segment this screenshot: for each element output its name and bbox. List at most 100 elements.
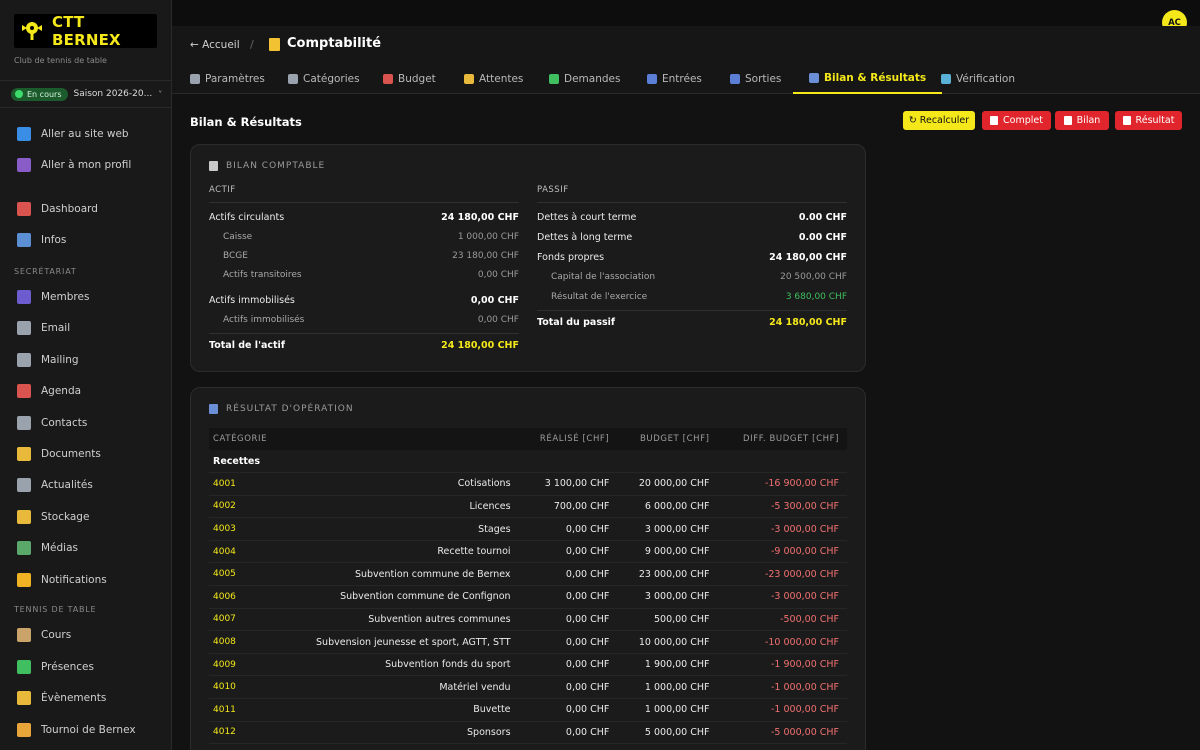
bell-icon bbox=[17, 572, 31, 587]
sidebar-item-membres[interactable]: Membres bbox=[17, 287, 89, 307]
bilan-row: Résultat de l'exercice 3 680,00 CHF bbox=[537, 292, 847, 302]
passif-column: PASSIF Dettes à court terme 0.00 CHF Dette… bbox=[537, 185, 847, 328]
export-resultat-button[interactable]: Résultat bbox=[1115, 111, 1182, 130]
table-row[interactable]: 4011 Buvette 0,00 CHF 1 000,00 CHF -1 000,00… bbox=[209, 698, 847, 722]
tab-attentes[interactable]: Attentes bbox=[464, 64, 523, 94]
table-row[interactable]: 4008 Subvension jeunesse et sport, AGTT, … bbox=[209, 630, 847, 654]
row-code: 4005 bbox=[209, 562, 276, 587]
row-realise: 700,00 CHF bbox=[518, 495, 618, 519]
tab-cat-gories[interactable]: Catégories bbox=[288, 64, 360, 94]
sidebar-item-m-dias[interactable]: Médias bbox=[17, 538, 78, 558]
resultat-table-body: Recettes 4001 Cotisations 3 100,00 CHF 20 0… bbox=[209, 450, 847, 745]
table-row[interactable]: 4003 Stages 0,00 CHF 3 000,00 CHF -3 000,00 … bbox=[209, 517, 847, 541]
email-icon bbox=[17, 321, 31, 336]
pdf-icon bbox=[1122, 116, 1131, 125]
sidebar-item-documents[interactable]: Documents bbox=[17, 444, 101, 464]
sidebar-item-label: Dashboard bbox=[41, 203, 98, 215]
tab-budget[interactable]: Budget bbox=[383, 64, 436, 94]
sidebar-item-notifications[interactable]: Notifications bbox=[17, 570, 107, 590]
table-row[interactable]: 4007 Subvention autres communes 0,00 CHF 50… bbox=[209, 608, 847, 632]
bilan-row-label: Actifs circulants bbox=[209, 212, 285, 223]
season-label: Saison 2026-20... bbox=[73, 89, 153, 99]
tab-v-rification[interactable]: Vérification bbox=[941, 64, 1015, 94]
bilan-total-row: Total de l'actif 24 180,00 CHF bbox=[209, 340, 519, 351]
table-row[interactable]: 4010 Matériel vendu 0,00 CHF 1 000,00 CHF -1… bbox=[209, 675, 847, 700]
sidebar-item-dashboard[interactable]: Dashboard bbox=[17, 199, 98, 219]
table-row[interactable]: 4009 Subvention fonds du sport 0,00 CHF 1 9… bbox=[209, 653, 847, 677]
back-to-home-link[interactable]: ← Accueil bbox=[190, 39, 240, 51]
table-row[interactable]: 4012 Sponsors 0,00 CHF 5 000,00 CHF -5 000,0… bbox=[209, 721, 847, 745]
bilan-divider bbox=[209, 333, 519, 334]
bilan-row-value: 24 180,00 CHF bbox=[769, 252, 847, 263]
sidebar-item-actualit-s[interactable]: Actualités bbox=[17, 475, 93, 495]
season-selector[interactable]: En cours Saison 2026-20... ˅ bbox=[0, 80, 171, 108]
table-row[interactable]: 4006 Subvention commune de Confignon 0,00 … bbox=[209, 585, 847, 609]
group-label: Recettes bbox=[209, 450, 847, 474]
table-row[interactable]: 4001 Cotisations 3 100,00 CHF 20 000,00 CHF… bbox=[209, 472, 847, 496]
bilan-total-value: 24 180,00 CHF bbox=[441, 340, 519, 351]
dashboard-icon bbox=[17, 202, 31, 216]
col-header-diff[interactable]: DIFF. BUDGET [CHF] bbox=[717, 428, 847, 450]
sidebar-item-aller-mon-profil[interactable]: Aller à mon profil bbox=[17, 155, 131, 175]
sidebar-item-aller-au-site-web[interactable]: Aller au site web bbox=[17, 124, 129, 144]
col-header-realise[interactable]: RÉALISÉ [CHF] bbox=[518, 428, 618, 450]
row-code: 4011 bbox=[209, 698, 276, 722]
sidebar-item-pr-sences[interactable]: Présences bbox=[17, 657, 94, 677]
bilan-row-label: Fonds propres bbox=[537, 252, 605, 263]
export-bilan-label: Bilan bbox=[1076, 115, 1101, 126]
page-title: Comptabilité bbox=[287, 36, 382, 51]
sidebar-item-contacts[interactable]: Contacts bbox=[17, 413, 87, 433]
sidebar-item-tournoi-de-bernex[interactable]: Tournoi de Bernex bbox=[17, 720, 136, 740]
sidebar-item-mailing[interactable]: Mailing bbox=[17, 350, 79, 370]
sidebar-item-cours[interactable]: Cours bbox=[17, 625, 71, 645]
table-row[interactable]: 4005 Subvention commune de Bernex 0,00 CHF… bbox=[209, 562, 847, 587]
tab-param-tres[interactable]: Paramètres bbox=[190, 64, 265, 94]
tab-sorties[interactable]: Sorties bbox=[730, 64, 781, 94]
bilan-row-value: 24 180,00 CHF bbox=[441, 212, 519, 223]
tab-demandes[interactable]: Demandes bbox=[549, 64, 620, 94]
actif-column: ACTIF Actifs circulants 24 180,00 CHF Cais… bbox=[209, 185, 519, 351]
table-row[interactable]: 4002 Licences 700,00 CHF 6 000,00 CHF -5 300… bbox=[209, 495, 847, 519]
tab-label: Sorties bbox=[745, 73, 782, 85]
sidebar-item-label: Présences bbox=[41, 660, 94, 673]
bilan-row-label: Résultat de l'exercice bbox=[551, 292, 648, 302]
sidebar-item-agenda[interactable]: Agenda bbox=[17, 381, 81, 401]
col-header-categorie[interactable]: CATÉGORIE bbox=[209, 428, 276, 450]
tab-bilan-r-sultats[interactable]: Bilan & Résultats bbox=[793, 64, 943, 94]
table-row[interactable]: 4004 Recette tournoi 0,00 CHF 9 000,00 CHF -… bbox=[209, 540, 847, 564]
brand-logo[interactable]: CTT BERNEX bbox=[14, 13, 157, 49]
export-bilan-button[interactable]: Bilan bbox=[1055, 111, 1109, 130]
sidebar-item-label: Évènements bbox=[41, 692, 107, 704]
tab-entr-es[interactable]: Entrées bbox=[647, 64, 702, 94]
row-diff: -3 000,00 CHF bbox=[717, 517, 847, 541]
bilan-row-value: 3 680,00 CHF bbox=[785, 292, 847, 302]
folder-icon bbox=[17, 447, 31, 461]
clipboard-icon bbox=[17, 628, 31, 642]
person-icon bbox=[17, 158, 31, 172]
row-code: 4004 bbox=[209, 540, 276, 564]
paddle-logo-icon bbox=[20, 19, 44, 43]
sidebar-item-label: Mailing bbox=[41, 353, 79, 366]
sidebar-item-label: Médias bbox=[41, 542, 79, 555]
row-budget: 1 000,00 CHF bbox=[617, 698, 718, 722]
sidebar-section-secretariat: SECRÉTARIAT bbox=[14, 267, 77, 276]
tab-label: Demandes bbox=[564, 73, 621, 85]
bilan-row-value: 0.00 CHF bbox=[798, 232, 847, 243]
sidebar-item--v-nements[interactable]: Évènements bbox=[17, 688, 106, 708]
sidebar-item-label: Actualités bbox=[41, 479, 93, 492]
export-complete-button[interactable]: Complet bbox=[982, 111, 1051, 130]
bilan-row-label: BCGE bbox=[223, 251, 248, 261]
row-code: 4001 bbox=[209, 472, 276, 496]
sidebar-item-infos[interactable]: Infos bbox=[17, 230, 66, 250]
row-category-name: Subvention commune de Confignon bbox=[275, 585, 519, 609]
gear-icon bbox=[190, 74, 200, 84]
sidebar-item-email[interactable]: Email bbox=[17, 318, 70, 338]
pdf-icon bbox=[1063, 116, 1072, 125]
recalculate-button[interactable]: ↻ Recalculer bbox=[903, 111, 975, 130]
tab-label: Catégories bbox=[303, 73, 360, 85]
chart-icon bbox=[209, 404, 218, 414]
col-header-budget[interactable]: BUDGET [CHF] bbox=[617, 428, 718, 450]
row-realise: 0,00 CHF bbox=[518, 698, 618, 722]
sidebar-item-stockage[interactable]: Stockage bbox=[17, 507, 89, 527]
row-realise: 0,00 CHF bbox=[518, 608, 618, 632]
